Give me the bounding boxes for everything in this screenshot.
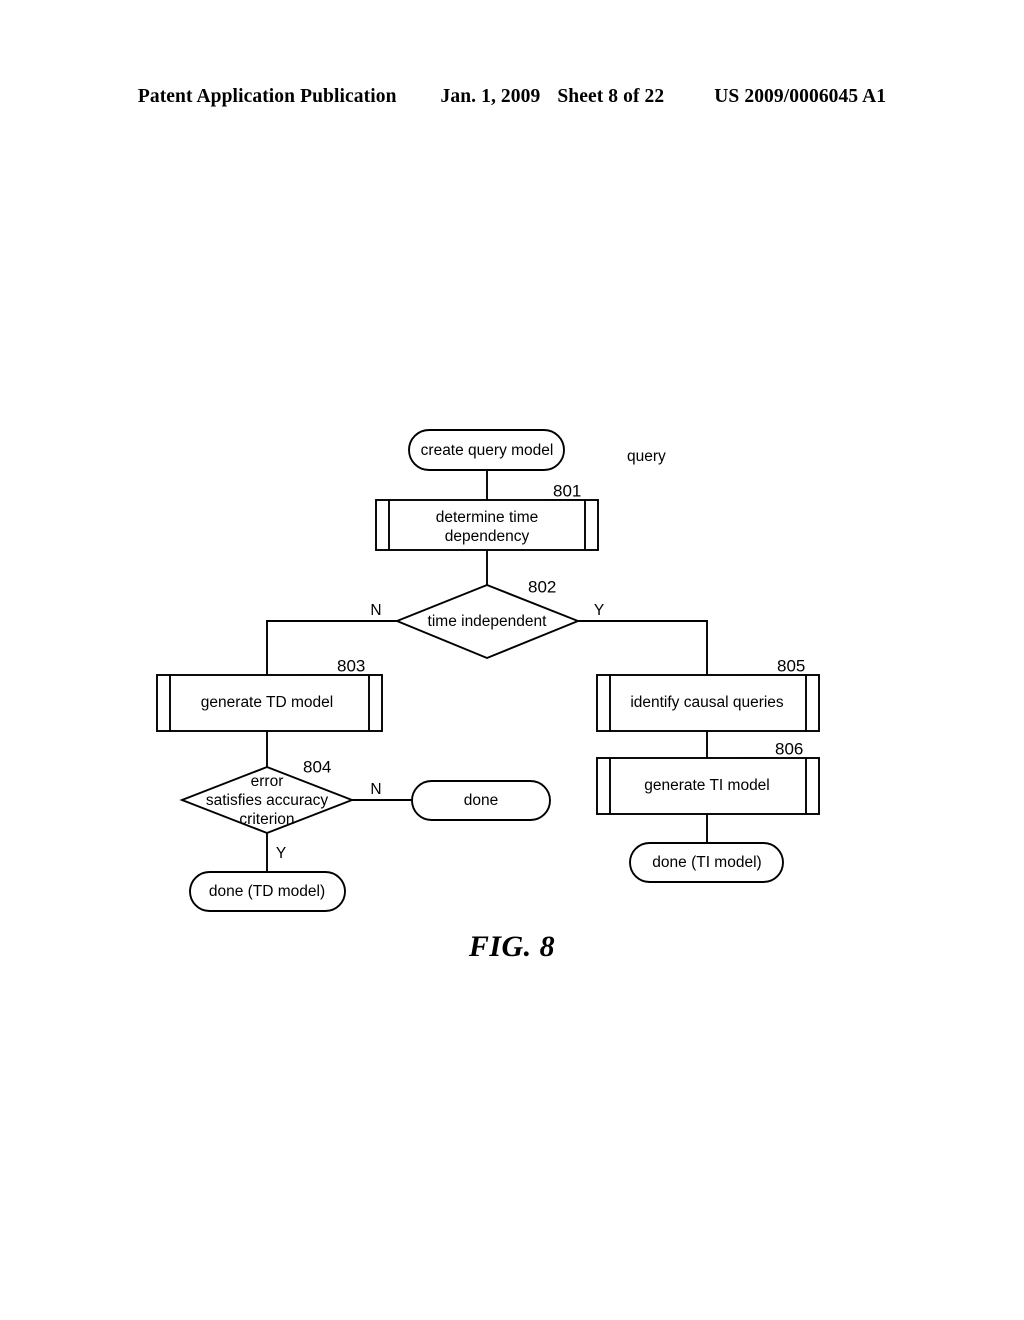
reference-number-801: 801 xyxy=(553,481,581,500)
node-identify-causal-queries[interactable]: identify causal queries 805 xyxy=(596,656,820,732)
reference-number-806: 806 xyxy=(775,739,803,758)
generate-ti-model-label: generate TI model xyxy=(644,777,770,794)
connector-decision-n-to-generate-td xyxy=(266,620,397,675)
node-done-td-model[interactable]: done (TD model) xyxy=(189,871,346,912)
reference-number-802: 802 xyxy=(528,577,556,596)
determine-time-dependency-label-line2: dependency xyxy=(445,528,530,545)
branch-label-n-802: N xyxy=(370,602,381,619)
time-independent-label: time independent xyxy=(428,613,548,630)
branch-label-y-804: Y xyxy=(276,845,286,862)
node-create-query-model[interactable]: create query model xyxy=(408,429,565,471)
identify-causal-queries-label: identify causal queries xyxy=(630,694,784,711)
generate-td-model-label: generate TD model xyxy=(201,694,333,711)
node-generate-ti-model[interactable]: generate TI model 806 xyxy=(596,739,820,815)
connector-decision-y-to-identify-causal xyxy=(578,620,708,675)
free-label-query: query xyxy=(627,448,666,465)
create-query-model-label: create query model xyxy=(421,442,554,459)
figure-caption: FIG. 8 xyxy=(468,930,556,963)
node-done[interactable]: done xyxy=(411,780,551,821)
branch-label-n-804: N xyxy=(370,781,381,798)
node-done-ti-model[interactable]: done (TI model) xyxy=(629,842,784,883)
error-accuracy-label-line3: criterion xyxy=(239,811,294,828)
done-ti-model-label: done (TI model) xyxy=(652,854,761,871)
node-time-independent-decision[interactable]: time independent 802 N Y xyxy=(370,577,604,660)
reference-number-804: 804 xyxy=(303,757,331,776)
done-label: done xyxy=(464,792,498,809)
done-td-model-label: done (TD model) xyxy=(209,883,325,900)
node-generate-td-model[interactable]: generate TD model 803 xyxy=(156,656,383,732)
reference-number-805: 805 xyxy=(777,656,805,675)
error-accuracy-label-line1: error xyxy=(251,773,284,790)
node-error-accuracy-decision[interactable]: error satisfies accuracy criterion 804 N… xyxy=(179,757,382,862)
branch-label-y-802: Y xyxy=(594,602,604,619)
reference-number-803: 803 xyxy=(337,656,365,675)
error-accuracy-label-line2: satisfies accuracy xyxy=(206,792,329,809)
determine-time-dependency-label-line1: determine time xyxy=(436,509,539,526)
figure-8-flowchart: create query model determine time depend… xyxy=(0,0,1024,1320)
